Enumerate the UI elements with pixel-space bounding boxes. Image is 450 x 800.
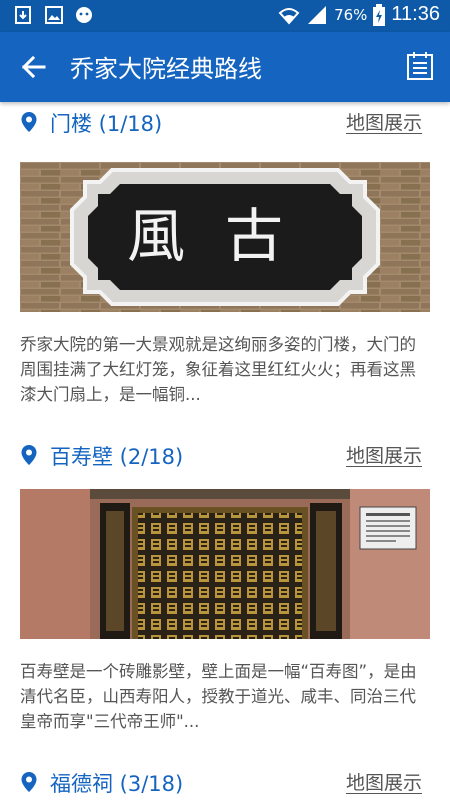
section-header: 福德祠 (3/18) 地图展示 [0,762,450,800]
list-item[interactable]: 百寿壁 (2/18) 地图展示 百寿壁是一个砖雕影壁，壁上面是一幅“百寿图”，是… [0,435,450,734]
section-title: 福德祠 (3/18) [50,772,184,796]
list-item[interactable]: 福德祠 (3/18) 地图展示 [0,762,450,800]
section-header: 门楼 (1/18) 地图展示 [0,102,450,142]
location-pin-icon [21,445,37,465]
image-notification-icon [45,6,63,24]
signal-icon [308,5,327,24]
map-link[interactable]: 地图展示 [346,768,422,795]
download-notification-icon [15,6,31,24]
section-title: 门楼 (1/18) [50,112,163,136]
battery-icon [373,3,386,26]
page-title: 乔家大院经典路线 [70,55,262,83]
wifi-icon [278,7,300,24]
map-link[interactable]: 地图展示 [346,108,422,135]
hundred-longevity-wall-image [20,489,430,639]
route-list[interactable]: 门楼 (1/18) 地图展示 風古 乔家大院的第一大景观就是这绚丽多姿的门楼，大… [0,102,450,800]
status-bar: 76% 11:36 [0,0,450,32]
location-pin-icon [21,112,37,132]
clock: 11:36 [391,3,440,25]
wall-photo[interactable] [20,489,430,639]
location-pin-icon [21,772,37,792]
chat-notification-icon [76,7,92,23]
map-link[interactable]: 地图展示 [346,441,422,468]
section-description: 百寿壁是一个砖雕影壁，壁上面是一幅“百寿图”，是由清代名臣，山西寿阳人，授教于道… [20,662,417,731]
app-bar: 乔家大院经典路线 [0,32,450,102]
plaque-text: 風古 [127,202,323,270]
section-header: 百寿壁 (2/18) 地图展示 [0,435,450,475]
arrow-left-icon[interactable] [20,53,48,81]
calendar-icon[interactable] [406,51,434,81]
battery-percent: 76% [334,5,368,24]
plaque-image: 風古 [20,162,430,312]
section-description: 乔家大院的第一大景观就是这绚丽多姿的门楼，大门的周围挂满了大红灯笼，象征着这里红… [20,335,416,404]
list-item[interactable]: 门楼 (1/18) 地图展示 風古 乔家大院的第一大景观就是这绚丽多姿的门楼，大… [0,102,450,407]
section-title: 百寿壁 (2/18) [50,445,184,469]
gate-photo[interactable]: 風古 [20,162,430,312]
